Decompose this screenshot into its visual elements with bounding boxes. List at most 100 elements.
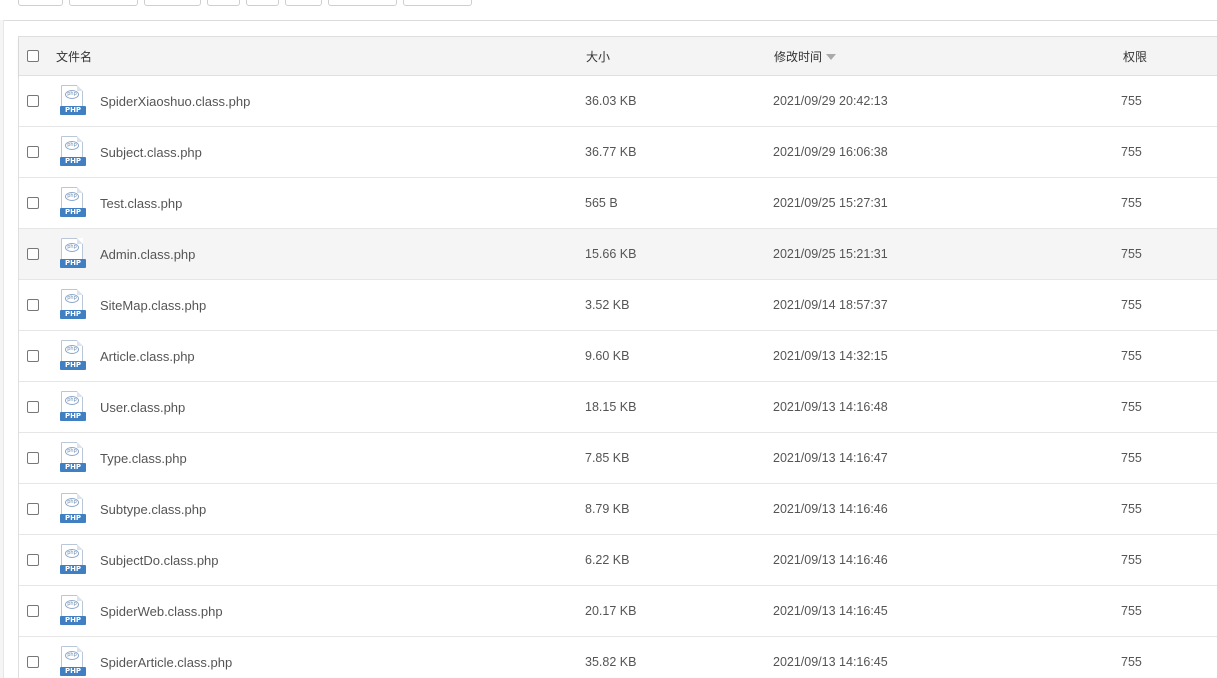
file-size: 36.03 KB: [585, 94, 637, 108]
table-row[interactable]: php PHP SiteMap.class.php 3.52 KB 2021/09/14…: [19, 280, 1217, 331]
file-name[interactable]: Subtype.class.php: [100, 502, 206, 517]
file-size: 18.15 KB: [585, 400, 637, 414]
table-row[interactable]: php PHP Admin.class.php 15.66 KB 2021/09/25 …: [19, 229, 1217, 280]
table-row[interactable]: php PHP SpiderArticle.class.php 35.82 KB 202…: [19, 637, 1217, 678]
column-time-label: 修改时间: [774, 49, 823, 64]
row-checkbox[interactable]: [27, 248, 39, 260]
file-name[interactable]: Subject.class.php: [100, 145, 202, 160]
toolbar-button[interactable]: [403, 0, 472, 6]
table-row[interactable]: php PHP Test.class.php 565 B 2021/09/25 15:2…: [19, 178, 1217, 229]
table-row[interactable]: php PHP SpiderXiaoshuo.class.php 36.03 KB 20…: [19, 76, 1217, 127]
toolbar-button[interactable]: [328, 0, 397, 6]
table-row[interactable]: php PHP SubjectDo.class.php 6.22 KB 2021/09/…: [19, 535, 1217, 586]
file-name-cell[interactable]: php PHP SpiderWeb.class.php: [56, 586, 223, 636]
select-all-checkbox[interactable]: [27, 50, 39, 62]
file-modified-time: 2021/09/13 14:16:48: [773, 400, 888, 414]
column-perm-header[interactable]: 权限: [1123, 37, 1147, 75]
file-name-cell[interactable]: php PHP User.class.php: [56, 382, 185, 432]
row-checkbox[interactable]: [27, 656, 39, 668]
file-name-cell[interactable]: php PHP Admin.class.php: [56, 229, 195, 279]
file-permission[interactable]: 755: [1121, 178, 1142, 228]
file-permission[interactable]: 755: [1121, 433, 1142, 483]
toolbar-divider: [0, 20, 1217, 21]
column-size-header[interactable]: 大小: [586, 37, 610, 75]
table-row[interactable]: php PHP Subtype.class.php 8.79 KB 2021/09/13…: [19, 484, 1217, 535]
table-row[interactable]: php PHP SpiderWeb.class.php 20.17 KB 2021/09…: [19, 586, 1217, 637]
row-checkbox[interactable]: [27, 350, 39, 362]
sort-descending-icon[interactable]: [826, 53, 837, 60]
row-checkbox[interactable]: [27, 401, 39, 413]
file-size: 15.66 KB: [585, 247, 637, 261]
row-check-cell: [27, 127, 47, 177]
row-checkbox[interactable]: [27, 605, 39, 617]
file-name[interactable]: Test.class.php: [100, 196, 182, 211]
file-size: 9.60 KB: [585, 349, 630, 363]
row-checkbox[interactable]: [27, 452, 39, 464]
row-checkbox[interactable]: [27, 554, 39, 566]
row-checkbox[interactable]: [27, 95, 39, 107]
row-check-cell: [27, 586, 47, 636]
file-name[interactable]: User.class.php: [100, 400, 185, 415]
toolbar: [18, 0, 472, 8]
file-name[interactable]: SiteMap.class.php: [100, 298, 206, 313]
file-modified-time: 2021/09/13 14:16:46: [773, 553, 888, 567]
file-name[interactable]: SpiderArticle.class.php: [100, 655, 232, 670]
file-permission[interactable]: 755: [1121, 76, 1142, 126]
row-checkbox[interactable]: [27, 503, 39, 515]
toolbar-button[interactable]: [246, 0, 279, 6]
php-file-icon: php PHP: [60, 238, 86, 270]
file-modified-time: 2021/09/14 18:57:37: [773, 298, 888, 312]
row-check-cell: [27, 535, 47, 585]
file-name[interactable]: Article.class.php: [100, 349, 195, 364]
toolbar-button[interactable]: [18, 0, 63, 6]
row-check-cell: [27, 382, 47, 432]
file-name-cell[interactable]: php PHP SpiderXiaoshuo.class.php: [56, 76, 250, 126]
table-row[interactable]: php PHP Type.class.php 7.85 KB 2021/09/13 14…: [19, 433, 1217, 484]
column-size-label: 大小: [586, 49, 611, 64]
file-name[interactable]: Admin.class.php: [100, 247, 195, 262]
file-modified-time: 2021/09/13 14:16:45: [773, 655, 888, 669]
table-row[interactable]: php PHP User.class.php 18.15 KB 2021/09/13 1…: [19, 382, 1217, 433]
row-checkbox[interactable]: [27, 197, 39, 209]
file-name-cell[interactable]: php PHP Type.class.php: [56, 433, 187, 483]
file-permission[interactable]: 755: [1121, 484, 1142, 534]
table-row[interactable]: php PHP Subject.class.php 36.77 KB 2021/09/2…: [19, 127, 1217, 178]
file-name-cell[interactable]: php PHP Subject.class.php: [56, 127, 202, 177]
file-permission[interactable]: 755: [1121, 586, 1142, 636]
toolbar-button[interactable]: [144, 0, 201, 6]
file-name[interactable]: SpiderWeb.class.php: [100, 604, 223, 619]
file-name[interactable]: SpiderXiaoshuo.class.php: [100, 94, 250, 109]
file-name-cell[interactable]: php PHP SpiderArticle.class.php: [56, 637, 232, 678]
file-modified-time: 2021/09/13 14:16:45: [773, 604, 888, 618]
row-checkbox[interactable]: [27, 146, 39, 158]
row-check-cell: [27, 76, 47, 126]
file-size: 6.22 KB: [585, 553, 630, 567]
left-panel-edge: [0, 20, 4, 678]
column-time-header[interactable]: 修改时间: [774, 37, 837, 75]
file-permission[interactable]: 755: [1121, 229, 1142, 279]
file-name-cell[interactable]: php PHP SiteMap.class.php: [56, 280, 206, 330]
row-checkbox[interactable]: [27, 299, 39, 311]
file-modified-time: 2021/09/13 14:32:15: [773, 349, 888, 363]
file-permission[interactable]: 755: [1121, 127, 1142, 177]
file-permission[interactable]: 755: [1121, 382, 1142, 432]
column-name-header[interactable]: 文件名: [56, 37, 92, 75]
php-file-icon: php PHP: [60, 646, 86, 678]
file-name[interactable]: Type.class.php: [100, 451, 187, 466]
file-permission[interactable]: 755: [1121, 280, 1142, 330]
php-file-icon: php PHP: [60, 595, 86, 627]
file-permission[interactable]: 755: [1121, 637, 1142, 678]
file-name[interactable]: SubjectDo.class.php: [100, 553, 219, 568]
file-name-cell[interactable]: php PHP Article.class.php: [56, 331, 195, 381]
toolbar-button[interactable]: [69, 0, 138, 6]
php-file-icon: php PHP: [60, 340, 86, 372]
file-name-cell[interactable]: php PHP Test.class.php: [56, 178, 182, 228]
file-permission[interactable]: 755: [1121, 535, 1142, 585]
php-file-icon: php PHP: [60, 544, 86, 576]
toolbar-button[interactable]: [207, 0, 240, 6]
toolbar-button[interactable]: [285, 0, 322, 6]
file-permission[interactable]: 755: [1121, 331, 1142, 381]
file-name-cell[interactable]: php PHP Subtype.class.php: [56, 484, 206, 534]
file-name-cell[interactable]: php PHP SubjectDo.class.php: [56, 535, 219, 585]
table-row[interactable]: php PHP Article.class.php 9.60 KB 2021/09/13…: [19, 331, 1217, 382]
